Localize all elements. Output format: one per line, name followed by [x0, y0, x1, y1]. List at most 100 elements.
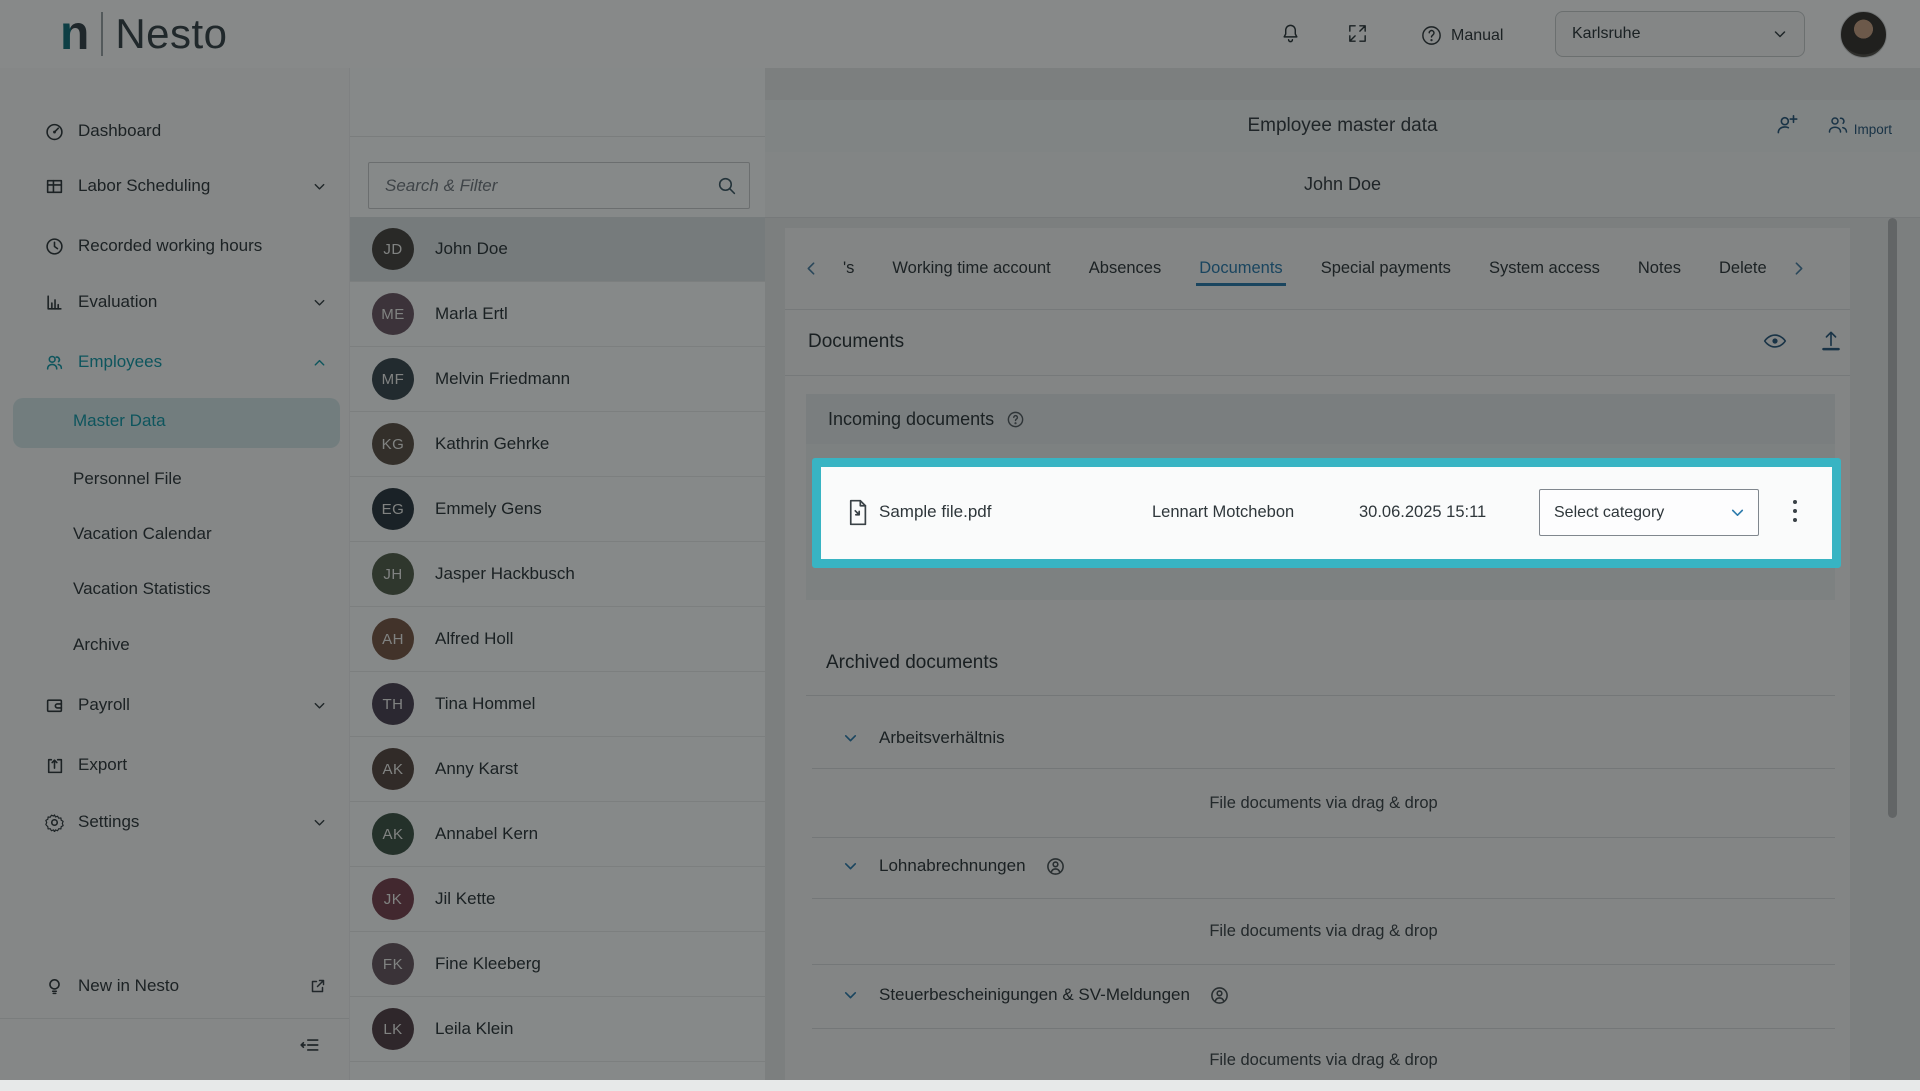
sidebar: Dashboard Labor Scheduling Recorded work… — [0, 68, 350, 1080]
sidebar-footer-divider — [0, 1018, 349, 1019]
highlighted-document-row[interactable]: Sample file.pdf Lennart Motchebon 30.06.… — [812, 458, 1841, 568]
avatar: JD — [372, 228, 414, 270]
export-icon — [45, 756, 64, 775]
tabs-scroll-right-icon[interactable] — [1790, 260, 1807, 277]
sidebar-item-dashboard[interactable]: Dashboard — [45, 111, 327, 151]
tab-documents[interactable]: Documents — [1199, 259, 1282, 278]
chevron-down-icon — [1772, 26, 1788, 42]
fullscreen-icon[interactable] — [1346, 22, 1369, 45]
select-category-dropdown[interactable]: Select category — [1539, 489, 1759, 536]
document-uploader: Lennart Motchebon — [1152, 503, 1294, 522]
import-label: Import — [1854, 122, 1892, 137]
incoming-documents-header: Incoming documents — [806, 394, 1835, 444]
employee-name: Melvin Friedmann — [435, 369, 570, 389]
sidebar-item-label: Personnel File — [73, 469, 182, 489]
tab-truncated[interactable]: 's — [843, 259, 854, 278]
category-label: Lohnabrechnungen — [879, 856, 1026, 876]
row-menu-kebab-icon[interactable] — [1791, 498, 1799, 524]
employee-list-panel: JD John Doe MEMarla Ertl MFMelvin Friedma… — [350, 68, 765, 1080]
search-icon[interactable] — [716, 175, 737, 196]
sidebar-item-personnel-file[interactable]: Personnel File — [73, 459, 327, 499]
sidebar-item-archive[interactable]: Archive — [73, 625, 327, 665]
preview-eye-icon[interactable] — [1762, 328, 1788, 354]
dropzone-arbeitsverhaeltnis[interactable]: File documents via drag & drop — [812, 768, 1835, 838]
sidebar-item-label: Vacation Statistics — [73, 579, 211, 599]
manual-button[interactable]: Manual — [1420, 24, 1503, 47]
tab-working-time-account[interactable]: Working time account — [892, 259, 1050, 278]
sidebar-item-evaluation[interactable]: Evaluation — [45, 282, 327, 322]
employee-row[interactable]: FKFine Kleeberg — [350, 932, 765, 997]
search-input[interactable] — [383, 175, 716, 197]
employee-row[interactable]: JKJil Kette — [350, 867, 765, 932]
tab-absences[interactable]: Absences — [1089, 259, 1161, 278]
employee-rows: JD John Doe MEMarla Ertl MFMelvin Friedma… — [350, 217, 765, 1062]
employee-row[interactable]: MFMelvin Friedmann — [350, 347, 765, 412]
tab-special-payments[interactable]: Special payments — [1321, 259, 1451, 278]
employee-row[interactable]: JH Jasper Hackbusch — [350, 542, 765, 607]
divider — [806, 695, 1835, 696]
dropzone-lohnabrechnungen[interactable]: File documents via drag & drop — [812, 898, 1835, 965]
sidebar-item-master-data[interactable]: Master Data — [13, 398, 340, 448]
sidebar-item-label: New in Nesto — [78, 976, 179, 996]
archived-category-arbeitsverhaeltnis[interactable]: Arbeitsverhältnis — [806, 718, 1835, 758]
sidebar-item-employees[interactable]: Employees — [45, 342, 327, 382]
notifications-bell-icon[interactable] — [1279, 22, 1302, 45]
incoming-documents-panel: Incoming documents Sample file.pdf Lenna… — [806, 394, 1835, 600]
employee-visibility-icon — [1210, 986, 1229, 1005]
chevron-down-icon — [312, 295, 327, 310]
sidebar-item-export[interactable]: Export — [45, 745, 327, 785]
employee-row[interactable]: THTina Hommel — [350, 672, 765, 737]
employee-row[interactable]: JD John Doe — [350, 217, 765, 282]
sidebar-item-settings[interactable]: Settings — [45, 802, 327, 842]
document-file-name: Sample file.pdf — [879, 502, 991, 522]
dropzone-label: File documents via drag & drop — [1209, 794, 1437, 813]
sidebar-item-vacation-calendar[interactable]: Vacation Calendar — [73, 514, 327, 554]
employee-row[interactable]: KGKathrin Gehrke — [350, 412, 765, 477]
employee-name: Jasper Hackbusch — [435, 564, 575, 584]
employee-row[interactable]: AKAnny Karst — [350, 737, 765, 802]
employee-row[interactable]: AKAnnabel Kern — [350, 802, 765, 867]
employee-name: Tina Hommel — [435, 694, 535, 714]
help-circle-icon[interactable] — [1006, 410, 1025, 429]
employee-row[interactable]: MEMarla Ertl — [350, 282, 765, 347]
archived-category-lohnabrechnungen[interactable]: Lohnabrechnungen — [806, 846, 1835, 886]
employee-row[interactable]: EGEmmely Gens — [350, 477, 765, 542]
import-people-icon — [1826, 113, 1850, 137]
employee-row[interactable]: LKLeila Klein — [350, 997, 765, 1062]
details-card: 's Working time account Absences Documen… — [785, 228, 1850, 1080]
sidebar-item-payroll[interactable]: Payroll — [45, 685, 327, 725]
main-scrollbar[interactable] — [1888, 218, 1897, 818]
chevron-down-icon — [312, 698, 327, 713]
add-employee-icon[interactable] — [1774, 112, 1800, 138]
sidebar-item-recorded-working-hours[interactable]: Recorded working hours — [45, 226, 327, 266]
logo-divider — [101, 12, 103, 56]
tab-delete[interactable]: Delete — [1719, 259, 1767, 278]
archived-category-steuerbescheinigungen[interactable]: Steuerbescheinigungen & SV-Meldungen — [806, 975, 1835, 1015]
employee-row[interactable]: AH Alfred Holl — [350, 607, 765, 672]
clock-icon — [45, 237, 64, 256]
sidebar-item-label: Settings — [78, 812, 139, 832]
sidebar-item-label: Vacation Calendar — [73, 524, 212, 544]
user-avatar[interactable] — [1840, 11, 1887, 58]
tabs-scroll-left-icon[interactable] — [803, 260, 820, 277]
avatar: JH — [372, 553, 414, 595]
avatar: AH — [372, 618, 414, 660]
dropzone-steuerbescheinigungen[interactable]: File documents via drag & drop — [812, 1028, 1835, 1091]
sidebar-item-labor-scheduling[interactable]: Labor Scheduling — [45, 166, 327, 206]
avatar: FK — [372, 943, 414, 985]
employee-name: Alfred Holl — [435, 629, 513, 649]
help-circle-icon — [1420, 24, 1443, 47]
employee-name: John Doe — [435, 239, 508, 259]
archived-documents-title: Archived documents — [806, 652, 1835, 674]
sidebar-item-vacation-statistics[interactable]: Vacation Statistics — [73, 569, 327, 609]
employees-icon — [45, 353, 64, 372]
tab-system-access[interactable]: System access — [1489, 259, 1600, 278]
location-select[interactable]: Karlsruhe — [1555, 11, 1805, 57]
document-upload-date: 30.06.2025 15:11 — [1359, 503, 1486, 522]
tab-notes[interactable]: Notes — [1638, 259, 1681, 278]
collapse-sidebar-icon[interactable] — [299, 1034, 321, 1056]
upload-icon[interactable] — [1818, 328, 1844, 354]
import-button[interactable]: Import — [1826, 113, 1892, 137]
sidebar-item-new-in-nesto[interactable]: New in Nesto — [45, 966, 327, 1006]
pdf-file-icon — [846, 499, 869, 526]
